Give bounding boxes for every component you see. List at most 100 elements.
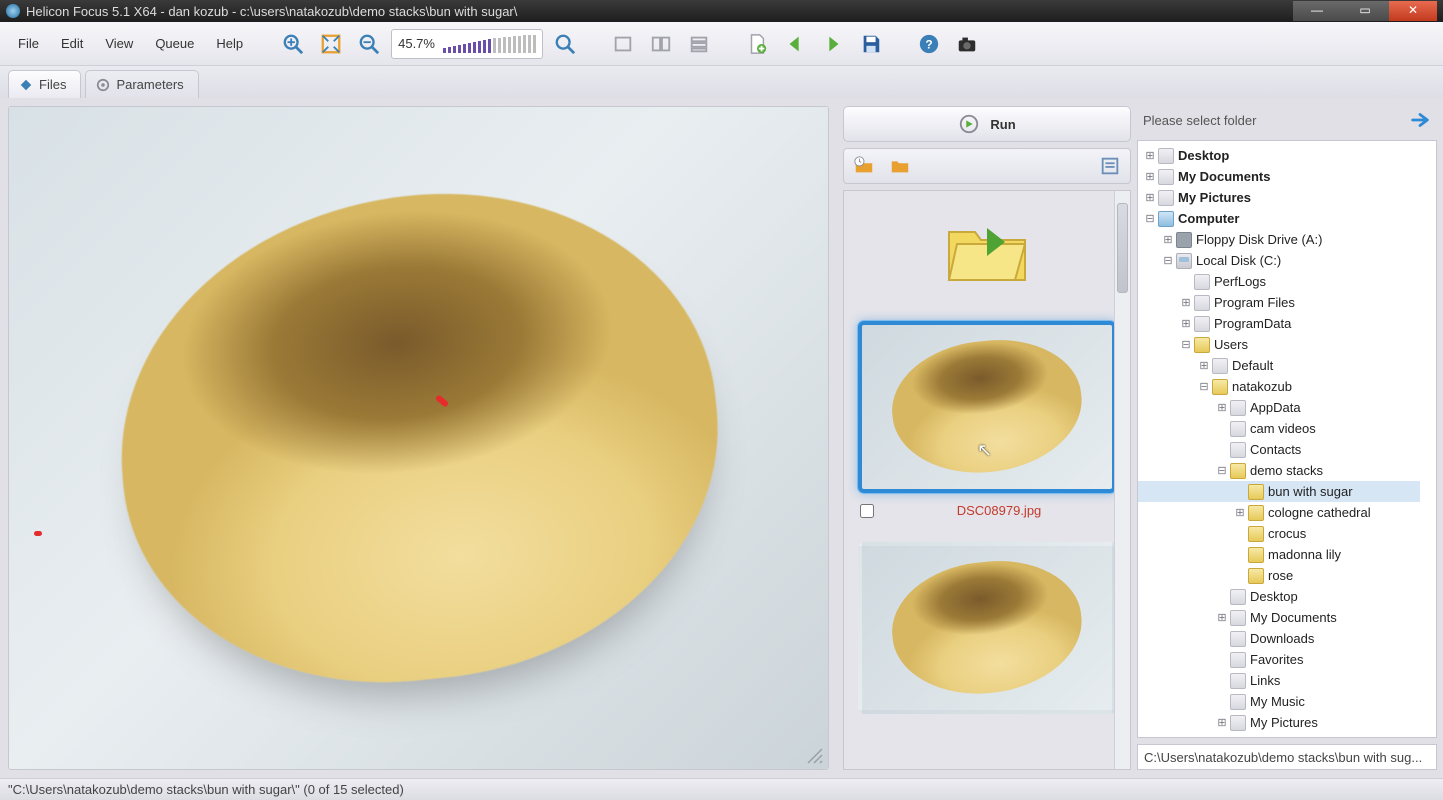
- tree-node-label: crocus: [1268, 526, 1306, 541]
- tree-node-label: AppData: [1250, 400, 1301, 415]
- folder-header-label: Please select folder: [1143, 113, 1409, 128]
- tree-node[interactable]: ⊞Program Files: [1138, 292, 1420, 313]
- path-box[interactable]: C:\Users\natakozub\demo stacks\bun with …: [1137, 744, 1437, 770]
- thumbnail-list[interactable]: ↖ DSC08979.jpg: [843, 190, 1131, 770]
- tree-node[interactable]: ·Links: [1138, 670, 1420, 691]
- tree-node-label: natakozub: [1232, 379, 1292, 394]
- maximize-button[interactable]: ▭: [1341, 1, 1389, 21]
- menu-help[interactable]: Help: [208, 32, 251, 55]
- prev-button[interactable]: [779, 28, 811, 60]
- tree-twisty[interactable]: ⊞: [1144, 170, 1156, 183]
- tree-node[interactable]: ⊟Local Disk (C:): [1138, 250, 1420, 271]
- folder-icon: [1248, 568, 1264, 584]
- thumbnail-checkbox[interactable]: [860, 504, 874, 518]
- minimize-button[interactable]: —: [1293, 1, 1341, 21]
- forward-arrow-icon[interactable]: [1409, 109, 1431, 131]
- next-button[interactable]: [817, 28, 849, 60]
- camera-button[interactable]: [951, 28, 983, 60]
- menu-queue[interactable]: Queue: [147, 32, 202, 55]
- tree-node[interactable]: ·Contacts: [1138, 439, 1420, 460]
- tree-twisty[interactable]: ⊞: [1216, 611, 1228, 624]
- tree-node[interactable]: ⊟demo stacks: [1138, 460, 1420, 481]
- tree-twisty[interactable]: ⊞: [1144, 149, 1156, 162]
- tree-node[interactable]: ⊞Desktop: [1138, 145, 1420, 166]
- image-viewport[interactable]: [8, 106, 829, 770]
- tree-twisty[interactable]: ⊟: [1162, 254, 1174, 267]
- zoom-bars[interactable]: [443, 35, 536, 53]
- tree-twisty[interactable]: ⊞: [1180, 296, 1192, 309]
- tree-node[interactable]: ⊟Computer: [1138, 208, 1420, 229]
- tree-node[interactable]: ⊞ProgramData: [1138, 313, 1420, 334]
- app-icon: [6, 4, 20, 18]
- tree-twisty[interactable]: ⊟: [1144, 212, 1156, 225]
- zoom-out-button[interactable]: [353, 28, 385, 60]
- tree-node[interactable]: ⊞cologne cathedral: [1138, 502, 1420, 523]
- tree-twisty[interactable]: ⊞: [1144, 191, 1156, 204]
- tree-node[interactable]: ·Favorites: [1138, 649, 1420, 670]
- fit-screen-button[interactable]: [315, 28, 347, 60]
- help-button[interactable]: ?: [913, 28, 945, 60]
- computer-icon: [1158, 211, 1174, 227]
- menu-view[interactable]: View: [97, 32, 141, 55]
- tab-parameters[interactable]: Parameters: [85, 70, 198, 98]
- new-document-button[interactable]: [741, 28, 773, 60]
- recent-folder-button[interactable]: [850, 152, 878, 180]
- layout-single-button[interactable]: [607, 28, 639, 60]
- folder-icon: [1230, 610, 1246, 626]
- tree-twisty[interactable]: ⊞: [1198, 359, 1210, 372]
- folder-icon: [1194, 274, 1210, 290]
- list-options-button[interactable]: [1096, 152, 1124, 180]
- tree-node[interactable]: ·rose: [1138, 565, 1420, 586]
- tree-node[interactable]: ⊞My Pictures: [1138, 712, 1420, 733]
- layout-list-icon: [688, 33, 710, 55]
- tree-twisty[interactable]: ⊞: [1216, 401, 1228, 414]
- tree-node[interactable]: ⊞ AppData: [1138, 397, 1420, 418]
- tree-node[interactable]: ·cam videos: [1138, 418, 1420, 439]
- parameters-tab-icon: [96, 78, 110, 92]
- close-button[interactable]: ✕: [1389, 1, 1437, 21]
- layout-split-icon: [650, 33, 672, 55]
- tree-twisty[interactable]: ⊞: [1162, 233, 1174, 246]
- run-button[interactable]: Run: [843, 106, 1131, 142]
- layout-list-button[interactable]: [683, 28, 715, 60]
- tree-node[interactable]: ·PerfLogs: [1138, 271, 1420, 292]
- thumbnail-scrollbar[interactable]: [1114, 191, 1130, 769]
- folder-tree[interactable]: ⊞Desktop⊞My Documents⊞My Pictures⊟Comput…: [1137, 140, 1437, 738]
- tree-twisty[interactable]: ⊞: [1180, 317, 1192, 330]
- layout-split-button[interactable]: [645, 28, 677, 60]
- tree-twisty[interactable]: ⊟: [1216, 464, 1228, 477]
- tree-node[interactable]: ·crocus: [1138, 523, 1420, 544]
- tree-twisty[interactable]: ⊞: [1234, 506, 1246, 519]
- tree-node[interactable]: ⊞My Documents: [1138, 166, 1420, 187]
- tree-twisty[interactable]: ⊟: [1180, 338, 1192, 351]
- tab-files[interactable]: Files: [8, 70, 81, 98]
- tree-node[interactable]: ·madonna lily: [1138, 544, 1420, 565]
- thumbnail-filename: DSC08979.jpg: [884, 503, 1114, 518]
- tab-files-label: Files: [39, 77, 66, 92]
- thumbnail-item[interactable]: [858, 542, 1116, 714]
- menu-edit[interactable]: Edit: [53, 32, 91, 55]
- tree-node[interactable]: ·Downloads: [1138, 628, 1420, 649]
- tree-node[interactable]: ⊟ natakozub: [1138, 376, 1420, 397]
- open-folder-button[interactable]: [886, 152, 914, 180]
- zoom-level-box[interactable]: 45.7%: [391, 29, 543, 59]
- tree-node[interactable]: ·bun with sugar: [1138, 481, 1420, 502]
- actual-size-button[interactable]: [549, 28, 581, 60]
- viewport-resize-icon[interactable]: [806, 747, 824, 765]
- tree-twisty[interactable]: ⊞: [1216, 716, 1228, 729]
- tree-node[interactable]: ·Desktop: [1138, 586, 1420, 607]
- tree-twisty[interactable]: ⊟: [1198, 380, 1210, 393]
- tree-node[interactable]: ⊞My Documents: [1138, 607, 1420, 628]
- tree-node[interactable]: ⊟Users: [1138, 334, 1420, 355]
- menu-file[interactable]: File: [10, 32, 47, 55]
- tree-node[interactable]: ⊞Floppy Disk Drive (A:): [1138, 229, 1420, 250]
- zoom-in-button[interactable]: [277, 28, 309, 60]
- tree-node[interactable]: ·My Music: [1138, 691, 1420, 712]
- save-button[interactable]: [855, 28, 887, 60]
- tree-node-label: My Music: [1250, 694, 1305, 709]
- tree-node[interactable]: ⊞Default: [1138, 355, 1420, 376]
- document-plus-icon: [746, 33, 768, 55]
- floppy-save-icon: [860, 33, 882, 55]
- tree-node[interactable]: ⊞My Pictures: [1138, 187, 1420, 208]
- thumbnail-selected[interactable]: ↖: [858, 321, 1116, 493]
